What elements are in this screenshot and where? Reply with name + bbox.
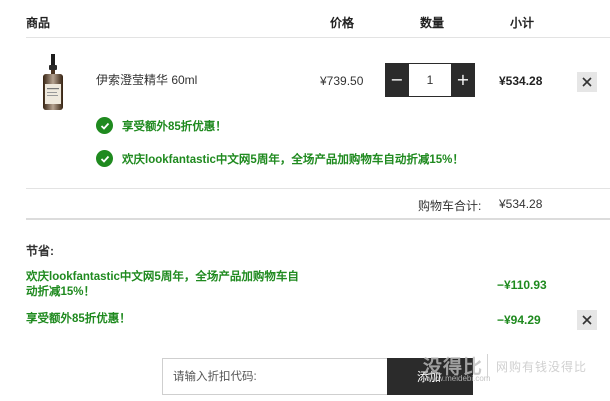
quantity-input[interactable]: [409, 63, 451, 97]
header-divider: [26, 37, 610, 38]
remove-item-button[interactable]: [577, 72, 597, 92]
saving-description: 享受额外85折优惠！: [26, 313, 131, 325]
saving-amount: −¥94.29: [497, 313, 541, 327]
watermark-slogan: 网购有钱没得比: [496, 360, 588, 374]
discount-code-input[interactable]: [162, 358, 387, 395]
quantity-stepper: − +: [385, 63, 475, 97]
saving-amount: −¥110.93: [497, 278, 547, 292]
promotion-item: 欢庆lookfantastic中文网5周年，全场产品加购物车自动折减15%！: [96, 150, 464, 167]
watermark-url: www.meidebi.com: [426, 374, 491, 383]
header-product: 商品: [26, 16, 51, 30]
header-price: 价格: [330, 16, 355, 30]
remove-saving-button[interactable]: [577, 310, 597, 330]
promotion-text: 欢庆lookfantastic中文网5周年，全场产品加购物车自动折减15%！: [122, 153, 464, 166]
savings-title: 节省:: [26, 244, 54, 258]
cart-total-value: ¥534.28: [499, 197, 543, 211]
decrease-quantity-button[interactable]: −: [385, 63, 409, 97]
header-subtotal: 小计: [510, 16, 535, 30]
product-image[interactable]: [40, 54, 66, 110]
check-circle-icon: [96, 150, 113, 167]
check-circle-icon: [96, 117, 113, 134]
product-name[interactable]: 伊索澄莹精华 60ml: [96, 71, 197, 88]
product-subtotal: ¥534.28: [499, 74, 543, 88]
product-price: ¥739.50: [320, 74, 364, 88]
promotion-item: 享受额外85折优惠！: [96, 117, 227, 134]
watermark-divider: [487, 354, 488, 378]
item-divider: [26, 188, 610, 189]
close-icon: [582, 77, 592, 87]
cart-total-label: 购物车合计:: [418, 199, 482, 213]
header-quantity: 数量: [420, 16, 445, 30]
promotion-text: 享受额外85折优惠！: [122, 120, 227, 133]
total-divider: [26, 218, 610, 220]
close-icon: [582, 315, 592, 325]
increase-quantity-button[interactable]: +: [451, 63, 475, 97]
saving-description: 欢庆lookfantastic中文网5周年，全场产品加购物车自 动折减15%！: [26, 271, 299, 298]
